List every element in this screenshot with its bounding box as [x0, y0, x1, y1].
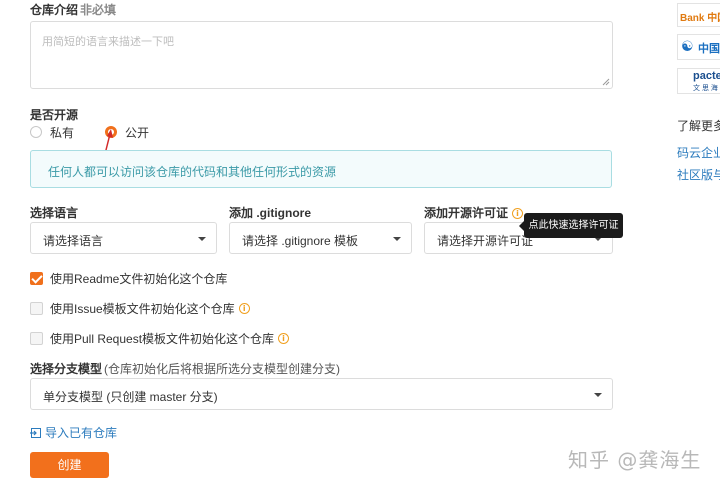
radio-private-circle[interactable] [30, 126, 42, 138]
language-select[interactable]: 请选择语言 [30, 222, 217, 254]
open-source-label: 是否开源 [30, 108, 79, 122]
description-placeholder: 用简短的语言来描述一下吧 [42, 36, 174, 48]
optional-note: 非必填 [80, 3, 117, 17]
license-tooltip: 点此快速选择许可证 [519, 213, 623, 238]
pr-checkbox[interactable] [30, 331, 43, 345]
description-label: 仓库介绍 非必填 [30, 3, 117, 17]
import-repo-link[interactable]: 导入已有仓库 [30, 424, 117, 441]
language-label: 选择语言 [30, 206, 79, 220]
create-button[interactable]: 创建 [30, 452, 109, 478]
visibility-info-text: 任何人都可以访问该仓库的代码和其他任何形式的资源 [48, 165, 337, 179]
branch-model-label: 选择分支模型 (仓库初始化后将根据所选分支模型创建分支) [30, 362, 341, 376]
telecom-swirl-icon: ☯ [681, 38, 694, 54]
issue-info-icon[interactable]: i [238, 302, 250, 314]
community-link[interactable]: 社区版与 [677, 166, 720, 183]
bank-logo[interactable]: Bank 中国 [677, 3, 720, 27]
import-icon [30, 427, 41, 438]
license-info-icon[interactable]: i [512, 208, 524, 220]
pr-info-icon[interactable]: i [278, 332, 290, 344]
learn-more-text: 了解更多 [677, 119, 720, 133]
gitignore-select[interactable]: 请选择 .gitignore 模板 [229, 222, 412, 254]
branch-model-select[interactable]: 单分支模型 (只创建 master 分支) [30, 378, 613, 410]
chevron-down-icon [393, 237, 401, 241]
visibility-info-box: 任何人都可以访问该仓库的代码和其他任何形式的资源 [30, 150, 612, 188]
enterprise-link[interactable]: 码云企业 [677, 144, 720, 161]
gitignore-label: 添加 .gitignore [229, 206, 311, 220]
init-readme-option[interactable]: 使用Readme文件初始化这个仓库 [30, 271, 227, 286]
init-pr-option[interactable]: 使用Pull Request模板文件初始化这个仓库 i [30, 331, 290, 346]
chevron-down-icon [594, 393, 602, 397]
init-issue-option[interactable]: 使用Issue模板文件初始化这个仓库 i [30, 301, 250, 316]
radio-private[interactable]: 私有 [30, 125, 74, 140]
chevron-down-icon [198, 237, 206, 241]
resize-grip-icon[interactable] [602, 78, 610, 86]
pactera-logo[interactable]: pacte 文 思 海 [677, 68, 720, 94]
license-label: 添加开源许可证 i [424, 204, 524, 221]
branch-model-note: (仓库初始化后将根据所选分支模型创建分支) [104, 362, 341, 376]
description-textarea[interactable]: 用简短的语言来描述一下吧 [30, 21, 613, 89]
watermark: 知乎 @龚海生 [568, 448, 702, 472]
issue-checkbox[interactable] [30, 301, 43, 315]
readme-checkbox[interactable] [30, 271, 43, 285]
china-telecom-logo[interactable]: ☯ 中国 [677, 34, 720, 60]
